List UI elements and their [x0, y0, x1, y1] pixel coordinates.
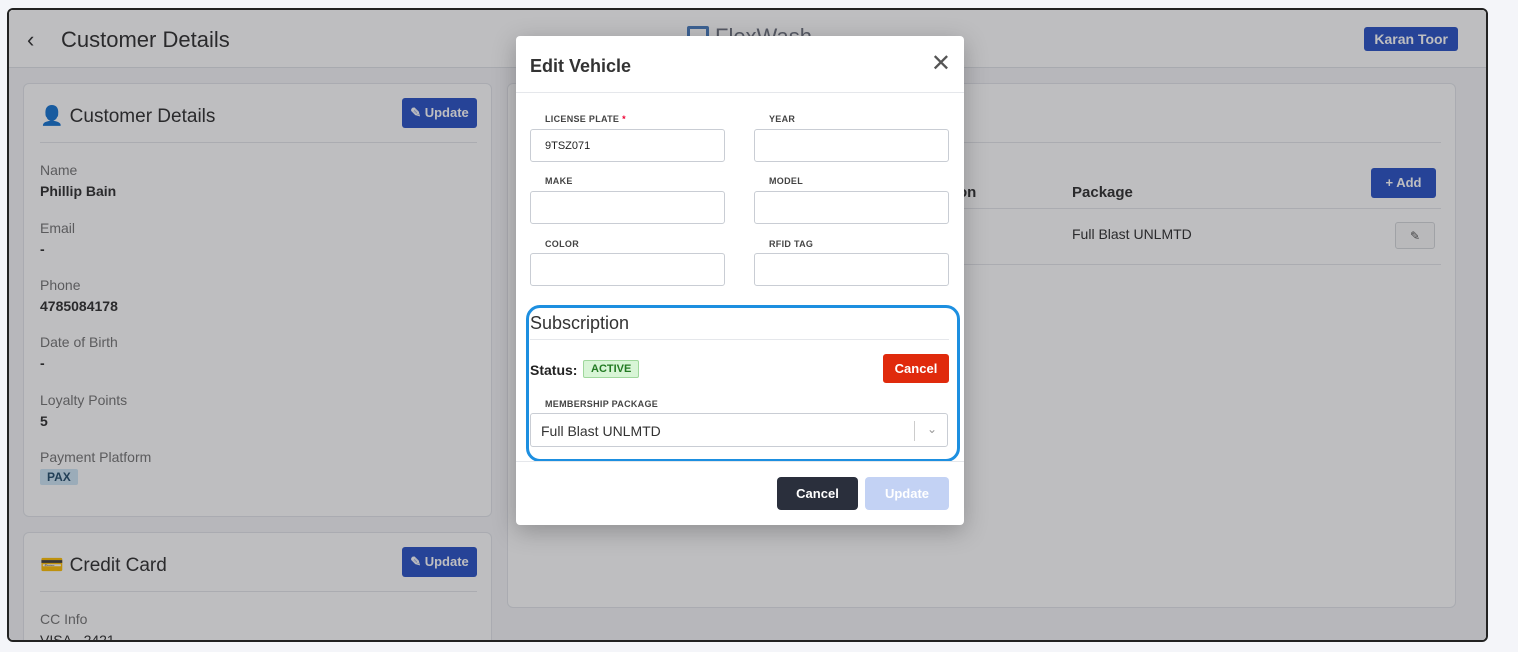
license-plate-label: LICENSE PLATE *: [545, 114, 626, 124]
modal-title: Edit Vehicle: [530, 56, 632, 76]
divider: [530, 339, 949, 340]
year-label: YEAR: [769, 114, 796, 124]
cancel-subscription-button[interactable]: Cancel: [883, 354, 949, 383]
modal-header: Edit Vehicle ✕: [516, 36, 964, 93]
chevron-down-icon[interactable]: ⌄: [927, 422, 937, 436]
rfid-input[interactable]: [754, 253, 949, 286]
select-value: Full Blast UNLMTD: [541, 423, 661, 439]
color-label: COLOR: [545, 239, 579, 249]
subscription-title: Subscription: [530, 313, 630, 333]
color-input[interactable]: [530, 253, 725, 286]
cancel-button[interactable]: Cancel: [777, 477, 858, 510]
status-label: Status:: [530, 362, 578, 378]
model-label: MODEL: [769, 176, 803, 186]
make-input[interactable]: [530, 191, 725, 224]
edit-vehicle-modal: Edit Vehicle ✕ LICENSE PLATE * YEAR MAKE…: [516, 36, 964, 525]
select-separator: [914, 421, 915, 441]
membership-package-select[interactable]: Full Blast UNLMTD ⌄: [530, 413, 948, 447]
label-text: LICENSE PLATE: [545, 114, 620, 124]
status-badge: ACTIVE: [583, 360, 640, 378]
divider: [516, 461, 964, 462]
membership-package-label: MEMBERSHIP PACKAGE: [545, 399, 659, 409]
year-input[interactable]: [754, 129, 949, 162]
make-label: MAKE: [545, 176, 573, 186]
rfid-label: RFID TAG: [769, 239, 814, 249]
model-input[interactable]: [754, 191, 949, 224]
update-button[interactable]: Update: [865, 477, 949, 510]
required-marker: *: [622, 114, 626, 124]
license-plate-input[interactable]: [530, 129, 725, 162]
close-icon[interactable]: ✕: [931, 52, 951, 76]
